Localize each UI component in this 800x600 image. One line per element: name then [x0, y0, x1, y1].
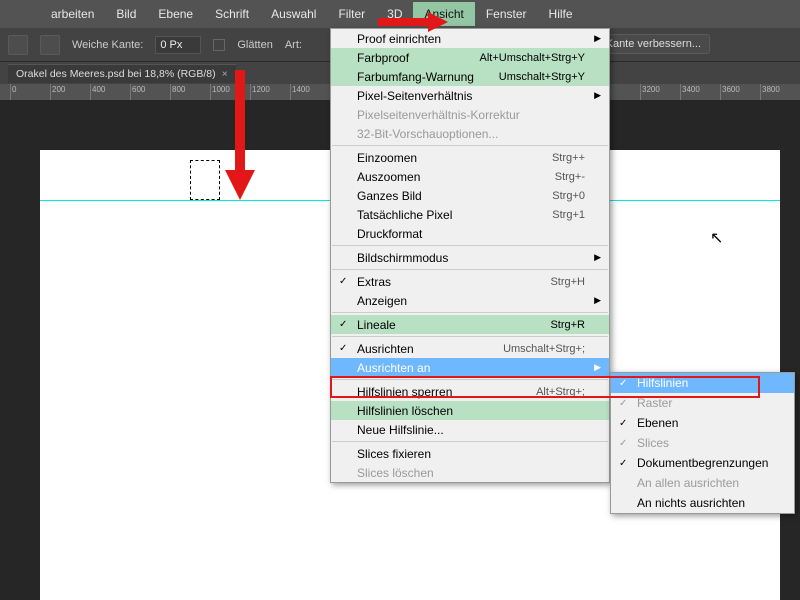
menu-fenster[interactable]: Fenster	[475, 2, 538, 26]
menu-item[interactable]: EinzoomenStrg++	[331, 148, 609, 167]
menu-ansicht[interactable]: Ansicht	[413, 2, 474, 26]
submenu-item[interactable]: ✓Hilfslinien	[611, 373, 794, 393]
menu-item[interactable]: ✓LinealeStrg+R	[331, 315, 609, 334]
marquee-selection	[190, 160, 220, 200]
submenu-item[interactable]: An nichts ausrichten	[611, 493, 794, 513]
menu-schrift[interactable]: Schrift	[204, 2, 260, 26]
document-tab[interactable]: Orakel des Meeres.psd bei 18,8% (RGB/8) …	[8, 64, 236, 83]
menu-bild[interactable]: Bild	[105, 2, 147, 26]
menu-filter[interactable]: Filter	[327, 2, 376, 26]
soft-edge-input[interactable]: 0 Px	[155, 36, 201, 54]
tool-mode-icon[interactable]	[40, 35, 60, 55]
menu-item[interactable]: Druckformat	[331, 224, 609, 243]
menu-item[interactable]: Hilfslinien löschen	[331, 401, 609, 420]
tab-close-icon[interactable]: ×	[222, 68, 228, 80]
submenu-item: An allen ausrichten	[611, 473, 794, 493]
menu-item[interactable]: Hilfslinien sperrenAlt+Strg+;	[331, 382, 609, 401]
menu-item[interactable]: Bildschirmmodus▶	[331, 248, 609, 267]
menu-item: Pixelseitenverhältnis-Korrektur	[331, 105, 609, 124]
submenu-item[interactable]: ✓Ebenen	[611, 413, 794, 433]
menu-hilfe[interactable]: Hilfe	[538, 2, 584, 26]
improve-edge-button[interactable]: Kante verbessern...	[597, 34, 710, 54]
menu-item[interactable]: AuszoomenStrg+-	[331, 167, 609, 186]
menu-ebene[interactable]: Ebene	[147, 2, 204, 26]
submenu-item[interactable]: ✓Dokumentbegrenzungen	[611, 453, 794, 473]
menu-item[interactable]: Slices fixieren	[331, 444, 609, 463]
submenu-item: ✓Slices	[611, 433, 794, 453]
menu-3d[interactable]: 3D	[376, 2, 413, 26]
menu-arbeiten[interactable]: arbeiten	[40, 2, 105, 26]
tab-title: Orakel des Meeres.psd bei 18,8% (RGB/8)	[16, 68, 216, 80]
soft-edge-label: Weiche Kante:	[72, 39, 143, 51]
smooth-label: Glätten	[237, 39, 272, 51]
menu-item: Slices löschen	[331, 463, 609, 482]
menu-item[interactable]: Anzeigen▶	[331, 291, 609, 310]
menu-item[interactable]: Ganzes BildStrg+0	[331, 186, 609, 205]
menu-item[interactable]: Tatsächliche PixelStrg+1	[331, 205, 609, 224]
menu-item[interactable]: FarbproofAlt+Umschalt+Strg+Y	[331, 48, 609, 67]
type-label: Art:	[285, 39, 302, 51]
smooth-checkbox[interactable]	[213, 39, 225, 51]
menu-item[interactable]: Farbumfang-WarnungUmschalt+Strg+Y	[331, 67, 609, 86]
menu-item[interactable]: Pixel-Seitenverhältnis▶	[331, 86, 609, 105]
menu-item[interactable]: Ausrichten an▶	[331, 358, 609, 377]
menubar: arbeitenBildEbeneSchriftAuswahlFilter3DA…	[0, 0, 800, 28]
menu-item[interactable]: Proof einrichten▶	[331, 29, 609, 48]
submenu-item: ✓Raster	[611, 393, 794, 413]
view-menu-dropdown: Proof einrichten▶FarbproofAlt+Umschalt+S…	[330, 28, 610, 483]
menu-item[interactable]: Neue Hilfslinie...	[331, 420, 609, 439]
menu-auswahl[interactable]: Auswahl	[260, 2, 327, 26]
cursor-icon: ↖	[710, 228, 723, 248]
snap-to-submenu: ✓Hilfslinien✓Raster✓Ebenen✓Slices✓Dokume…	[610, 372, 795, 514]
tool-icon[interactable]	[8, 35, 28, 55]
menu-item[interactable]: ✓ExtrasStrg+H	[331, 272, 609, 291]
menu-item: 32-Bit-Vorschauoptionen...	[331, 124, 609, 143]
menu-item[interactable]: ✓AusrichtenUmschalt+Strg+;	[331, 339, 609, 358]
